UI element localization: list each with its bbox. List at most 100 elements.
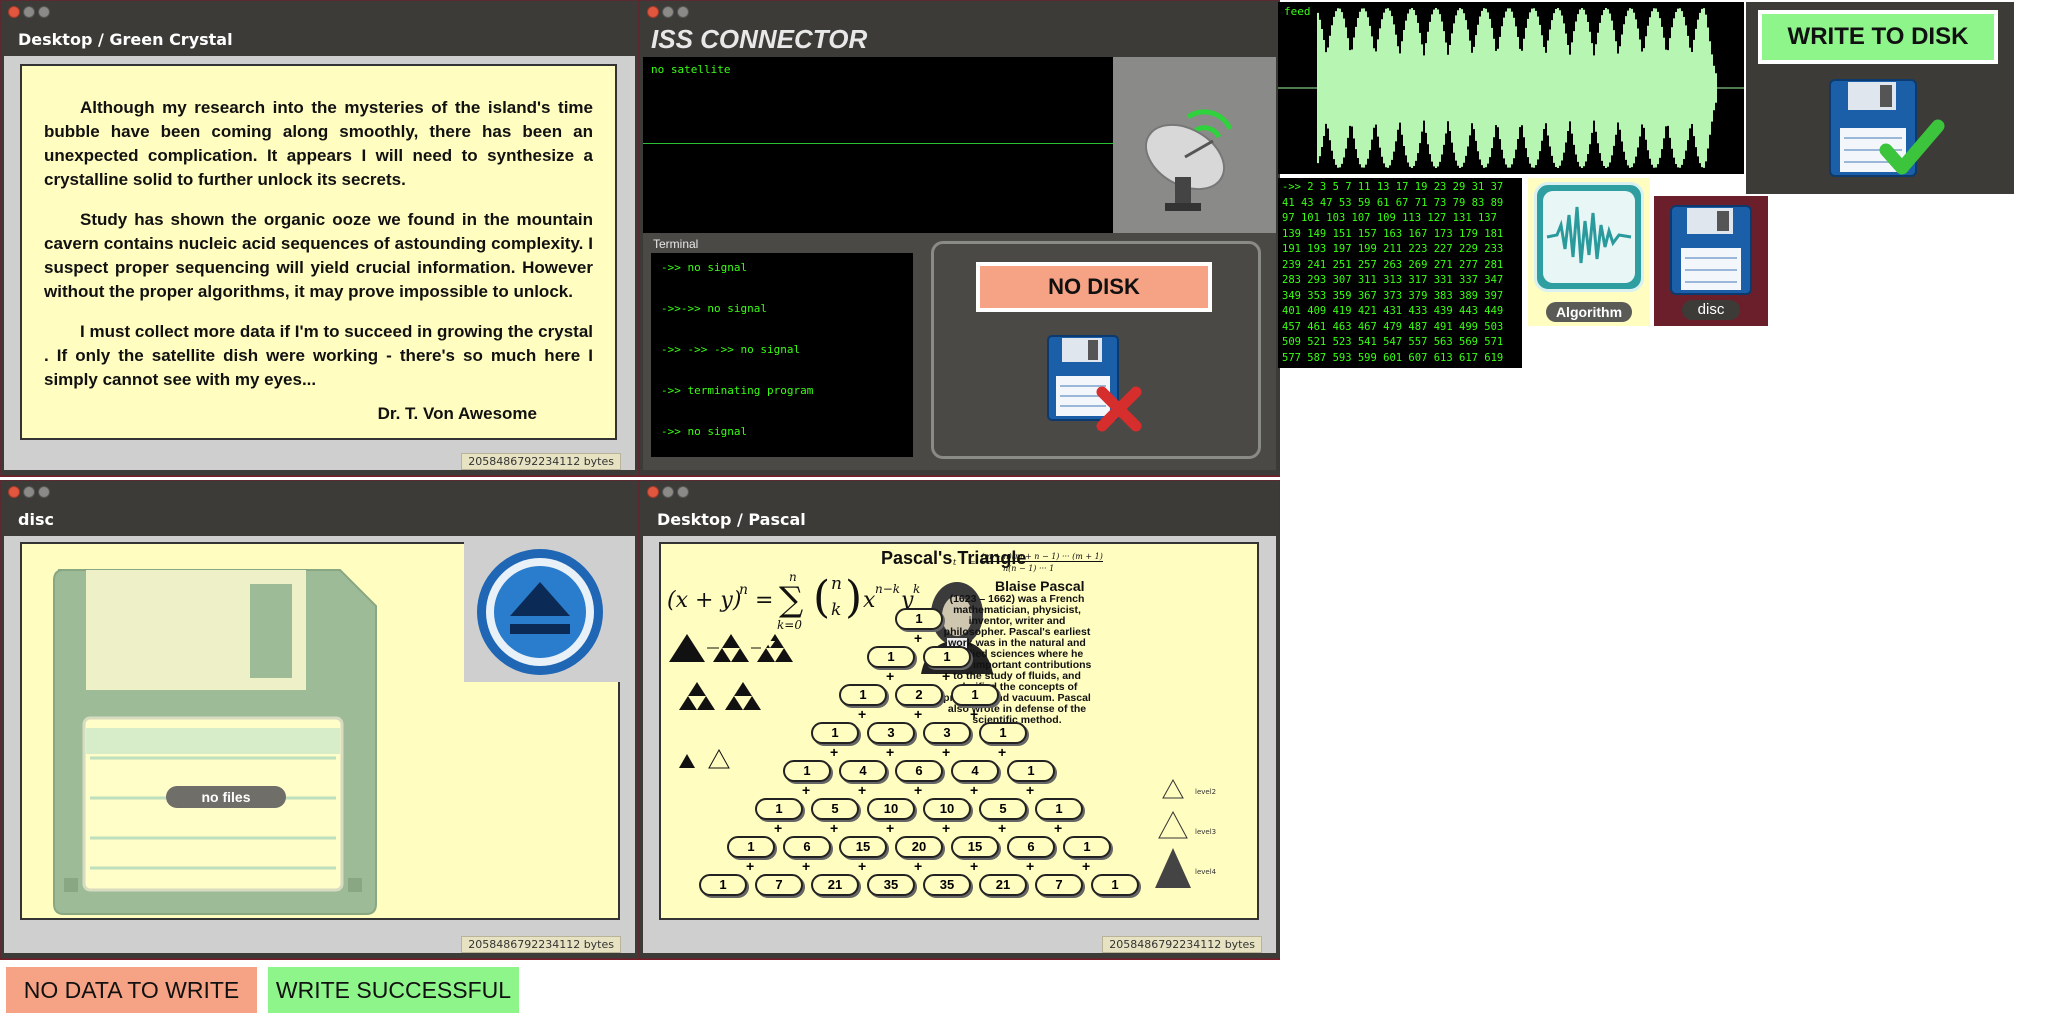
triangle-cell: 1: [1063, 836, 1111, 858]
plus-sign: +: [970, 782, 979, 798]
write-successful-button[interactable]: WRITE SUCCESSFUL: [268, 967, 519, 1013]
triangle-cell: 21: [979, 874, 1027, 896]
plus-sign: +: [830, 820, 839, 836]
close-icon[interactable]: [647, 486, 659, 498]
audio-feed-panel: feed: [1278, 2, 1744, 174]
primes-line: 457 461 463 467 479 487 491 499 503: [1282, 320, 1504, 333]
triangle-cell: 2: [895, 684, 943, 706]
plus-sign: +: [1054, 820, 1063, 836]
satellite-panel: [1113, 57, 1276, 233]
triangle-cell: 3: [867, 722, 915, 744]
plus-sign: +: [1082, 858, 1091, 874]
status-bytes: 2058486792234112 bytes: [1102, 936, 1262, 953]
triangle-cell: 35: [923, 874, 971, 896]
floppy-disk-icon: [53, 569, 377, 915]
no-data-to-write-button[interactable]: NO DATA TO WRITE: [6, 967, 257, 1013]
floppy-disk-icon: [1670, 205, 1752, 295]
plus-sign: +: [970, 706, 979, 722]
plus-sign: +: [942, 668, 951, 684]
primes-line: 349 353 359 367 373 379 383 389 397: [1282, 289, 1504, 302]
primes-line: 239 241 251 257 263 269 271 277 281: [1282, 258, 1504, 271]
satellite-dish-icon: [1145, 109, 1233, 211]
plus-sign: +: [942, 820, 951, 836]
maximize-icon[interactable]: [677, 6, 689, 18]
triangle-cell: 1: [783, 760, 831, 782]
minimize-icon[interactable]: [662, 486, 674, 498]
triangle-cell: 1: [1091, 874, 1139, 896]
note-paper: Although my research into the mysteries …: [20, 64, 617, 440]
waveform-graphic: [1278, 8, 1744, 168]
monitor-label: no satellite: [651, 63, 731, 76]
primes-line: 283 293 307 311 313 317 331 337 347: [1282, 274, 1504, 286]
eject-icon[interactable]: [474, 546, 606, 678]
primes-line: ->> 2 3 5 7 11 13 17 19 23 29 31 37: [1282, 181, 1504, 193]
terminal-line: ->> no signal: [661, 261, 748, 274]
triangle-cell: 1: [839, 684, 887, 706]
pascal-window: Desktop / Pascal Pascal's Triangle (x + …: [639, 480, 1280, 960]
write-to-disk-panel: WRITE TO DISK: [1746, 2, 2014, 194]
terminal-line: ->> terminating program: [661, 384, 814, 397]
plus-sign: +: [802, 782, 811, 798]
plus-sign: +: [746, 858, 755, 874]
terminal-line: ->> ->> ->> no signal: [661, 343, 801, 356]
triangle-cell: 7: [755, 874, 803, 896]
triangle-cell: 5: [979, 798, 1027, 820]
minimize-icon[interactable]: [23, 486, 35, 498]
triangle-cell: 10: [923, 798, 971, 820]
window-controls: [647, 6, 689, 20]
terminal-line: ->> no signal: [661, 425, 748, 438]
pascal-triangle: 1 1 1 +1 2 +1 +1 3 +3 +1 +1 4 +6 +4 +1 +1 5 +10 +10 +5 +1 +1 6…: [661, 544, 1257, 918]
maximize-icon[interactable]: [677, 486, 689, 498]
primes-line: 191 193 197 199 211 223 227 229 233: [1282, 243, 1504, 255]
write-to-disk-button[interactable]: WRITE TO DISK: [1758, 10, 1998, 64]
floppy-disk-x-icon: [1047, 335, 1142, 432]
window-title: Desktop / Pascal: [657, 510, 806, 529]
triangle-cell: 1: [811, 722, 859, 744]
plus-sign: +: [914, 706, 923, 722]
terminal-line: ->>->> no signal: [661, 302, 767, 315]
primes-line: 97 101 103 107 109 113 127 131 137: [1282, 212, 1497, 224]
triangle-cell: 1: [951, 684, 999, 706]
disc-label: disc: [1682, 300, 1740, 320]
plus-sign: +: [970, 858, 979, 874]
close-icon[interactable]: [647, 6, 659, 18]
triangle-cell: 15: [839, 836, 887, 858]
plus-sign: +: [1026, 858, 1035, 874]
maximize-icon[interactable]: [38, 6, 50, 18]
triangle-cell: 5: [811, 798, 859, 820]
minimize-icon[interactable]: [662, 6, 674, 18]
window-controls: [8, 6, 50, 20]
window-title: Desktop / Green Crystal: [18, 30, 233, 49]
triangle-cell: 35: [867, 874, 915, 896]
algorithm-desktop-icon[interactable]: Algorithm: [1528, 178, 1650, 326]
primes-line: 509 521 523 541 547 557 563 569 571: [1282, 336, 1504, 348]
plus-sign: +: [830, 744, 839, 760]
triangle-cell: 1: [1035, 798, 1083, 820]
maximize-icon[interactable]: [38, 486, 50, 498]
plus-sign: +: [858, 858, 867, 874]
status-bytes: 2058486792234112 bytes: [461, 936, 621, 953]
triangle-cell: 1: [699, 874, 747, 896]
disk-slot-panel[interactable]: NO DISK: [931, 241, 1261, 459]
primes-line: 401 409 419 421 431 433 439 443 449: [1282, 305, 1504, 317]
waveform-icon: [1534, 182, 1644, 292]
plus-sign: +: [858, 782, 867, 798]
close-icon[interactable]: [8, 6, 20, 18]
triangle-cell: 15: [951, 836, 999, 858]
plus-sign: +: [858, 706, 867, 722]
triangle-cell: 21: [811, 874, 859, 896]
iss-connector-window: ISS CONNECTOR no satellite Terminal ->> …: [639, 0, 1280, 477]
window-title: disc: [18, 510, 54, 529]
floppy-disk-check-icon: [1829, 79, 1945, 177]
triangle-cell: 1: [923, 646, 971, 668]
triangle-cell: 6: [895, 760, 943, 782]
close-icon[interactable]: [8, 486, 20, 498]
minimize-icon[interactable]: [23, 6, 35, 18]
plus-sign: +: [886, 668, 895, 684]
triangle-cell: 1: [1007, 760, 1055, 782]
note-paragraph-3: I must collect more data if I'm to succe…: [44, 322, 593, 389]
triangle-cell: 1: [727, 836, 775, 858]
disc-desktop-icon[interactable]: disc: [1654, 196, 1768, 326]
terminal-output: ->> no signal ->>->> no signal ->> ->> -…: [651, 253, 913, 457]
triangle-cell: 7: [1035, 874, 1083, 896]
